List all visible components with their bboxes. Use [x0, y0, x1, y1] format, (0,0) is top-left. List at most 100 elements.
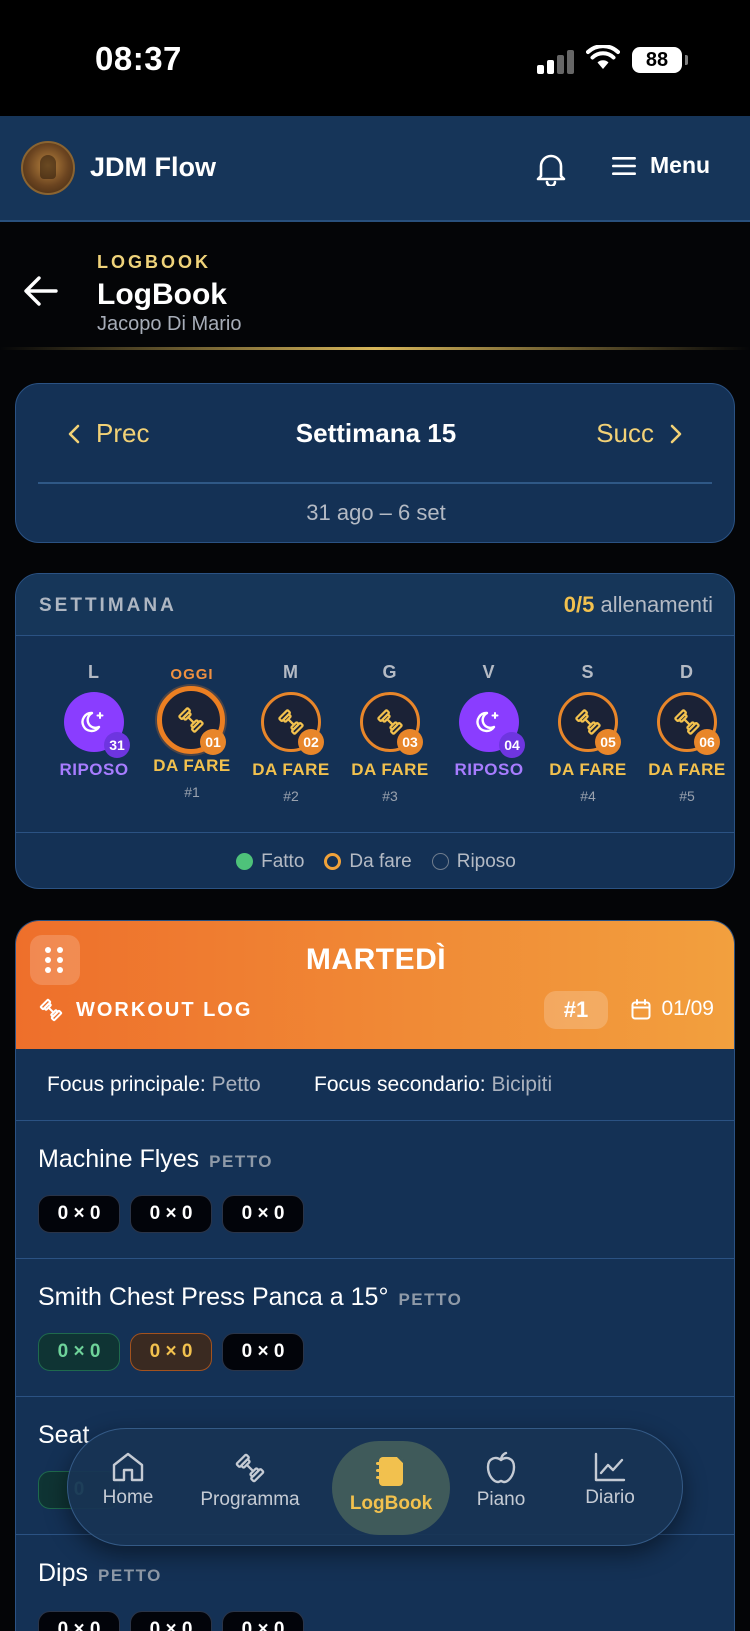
day-badge: 05: [595, 729, 621, 755]
page-kicker: LOGBOOK: [97, 252, 211, 272]
next-week-label: Succ: [596, 418, 654, 448]
hamburger-icon: [612, 156, 636, 175]
set-chip[interactable]: 0 × 0: [130, 1195, 212, 1233]
set-chip[interactable]: 0 × 0: [38, 1333, 120, 1371]
day-badge: 03: [397, 729, 423, 755]
exercise-tag: PETTO: [398, 1290, 463, 1309]
focus-primary: Focus principale: Petto: [47, 1073, 261, 1097]
bell-icon[interactable]: [535, 152, 567, 186]
status-time: 08:37: [95, 40, 182, 77]
exercise-name: Smith Chest Press Panca a 15°: [38, 1283, 389, 1311]
nav-programma[interactable]: Programma: [190, 1429, 310, 1547]
wifi-icon: [586, 45, 620, 69]
page-subtitle: Jacopo Di Mario: [97, 313, 242, 335]
day-status: RIPOSO: [454, 760, 524, 779]
moon-icon: [81, 711, 104, 733]
workout-count-value: 0/5: [563, 592, 595, 617]
dumbbell-icon: [39, 998, 63, 1022]
set-chip[interactable]: 0 × 0: [222, 1611, 304, 1631]
day-circle: 31: [64, 692, 130, 758]
workout-number-badge: #1: [544, 991, 608, 1029]
header-divider: [0, 347, 750, 350]
workout-focus: Focus principale: Petto Focus secondario…: [16, 1049, 734, 1121]
legend-done: Fatto: [236, 851, 304, 873]
exercise-tag: PETTO: [209, 1152, 274, 1171]
moon-icon: [476, 711, 499, 733]
exercise-row[interactable]: Smith Chest Press Panca a 15° PETTO 0 × 0…: [16, 1259, 734, 1397]
set-chip[interactable]: 0 × 0: [222, 1333, 304, 1371]
nav-diario[interactable]: Diario: [562, 1429, 658, 1547]
day-letter: OGGI: [170, 666, 214, 683]
next-week-button[interactable]: Succ: [596, 418, 682, 449]
set-chip[interactable]: 0 × 0: [38, 1611, 120, 1631]
bottom-navigation: Home Programma LogBook Piano Diario: [67, 1428, 683, 1546]
legend-done-label: Fatto: [261, 850, 305, 872]
nav-piano[interactable]: Piano: [456, 1429, 546, 1547]
day-workout-number: #4: [580, 788, 596, 804]
status-legend: Fatto Da fare Riposo: [16, 832, 734, 888]
day-status: DA FARE: [351, 760, 429, 779]
day-workout-number: #1: [184, 784, 200, 800]
menu-button[interactable]: Menu: [612, 152, 710, 179]
day-letter: D: [680, 662, 694, 682]
week-days: L 31 RIPOSO OGGI 01 DA FARE #1 M 02 DA F…: [16, 636, 734, 832]
nav-diario-label: Diario: [585, 1487, 635, 1508]
exercise-tag: PETTO: [98, 1566, 162, 1585]
focus-secondary-label: Focus secondario:: [314, 1073, 486, 1096]
week-date-range: 31 ago – 6 set: [306, 500, 446, 525]
week-nav-divider: [38, 482, 712, 484]
nav-home[interactable]: Home: [82, 1429, 174, 1547]
day-workout-number: #3: [382, 788, 398, 804]
notebook-icon: [376, 1454, 407, 1486]
week-summary-card: SETTIMANA 0/5 allenamenti L 31 RIPOSO OG…: [15, 573, 735, 889]
set-chip[interactable]: 0 × 0: [130, 1333, 212, 1371]
focus-secondary-value: Bicipiti: [491, 1073, 553, 1096]
exercise-sets: 0 × 0 0 × 0 0 × 0: [38, 1611, 304, 1631]
day-status: RIPOSO: [59, 760, 129, 779]
day-letter: S: [581, 662, 595, 682]
app-title: JDM Flow: [90, 152, 216, 182]
exercise-name: Dips: [38, 1559, 89, 1587]
workout-date[interactable]: 01/09: [631, 997, 714, 1021]
day-letter: V: [482, 662, 496, 682]
day-letter: G: [382, 662, 398, 682]
set-chip[interactable]: 0 × 0: [130, 1611, 212, 1631]
battery-indicator: 88: [632, 47, 688, 73]
set-chip[interactable]: 0 × 0: [222, 1195, 304, 1233]
menu-label: Menu: [650, 152, 711, 178]
exercise-sets: 0 × 0 0 × 0 0 × 0: [38, 1333, 304, 1371]
set-chip[interactable]: 0 × 0: [38, 1195, 120, 1233]
week-navigator: Prec Settimana 15 Succ 31 ago – 6 set: [15, 383, 735, 543]
calendar-icon: [631, 998, 651, 1019]
apple-icon: [486, 1451, 516, 1484]
app-header: JDM Flow Menu: [0, 116, 750, 222]
legend-todo-label: Da fare: [349, 850, 412, 872]
day-circle: 02: [261, 692, 324, 755]
day-workout-number: #5: [679, 788, 695, 804]
day-badge: 02: [298, 729, 324, 755]
chevron-right-icon: [670, 424, 682, 443]
workout-count: 0/5 allenamenti: [564, 592, 713, 618]
day-badge: 31: [104, 732, 130, 758]
day-status: DA FARE: [252, 760, 330, 779]
line-chart-icon: [594, 1452, 626, 1482]
week-summary-label: SETTIMANA: [39, 595, 177, 616]
app-logo[interactable]: [21, 141, 75, 195]
back-arrow-icon[interactable]: [24, 276, 58, 306]
day-badge: 01: [200, 729, 226, 755]
day-circle: 04: [459, 692, 525, 758]
day-badge: 06: [694, 729, 720, 755]
legend-todo: Da fare: [324, 850, 412, 873]
nav-logbook[interactable]: LogBook: [332, 1441, 450, 1535]
workout-header: MARTEDÌ WORKOUT LOG #1 01/09: [16, 921, 734, 1049]
exercise-row[interactable]: Machine Flyes PETTO 0 × 0 0 × 0 0 × 0: [16, 1121, 734, 1259]
exercise-row[interactable]: Dips PETTO 0 × 0 0 × 0 0 × 0: [16, 1535, 734, 1631]
todo-dot-icon: [324, 853, 342, 870]
nav-home-label: Home: [102, 1487, 154, 1508]
day-status: DA FARE: [648, 760, 726, 779]
day-workout-number: #2: [283, 788, 299, 804]
workout-log-text: WORKOUT LOG: [76, 998, 253, 1021]
nav-logbook-label: LogBook: [349, 1493, 433, 1514]
workout-day: MARTEDÌ: [305, 943, 447, 976]
day-circle: 01: [157, 686, 226, 755]
